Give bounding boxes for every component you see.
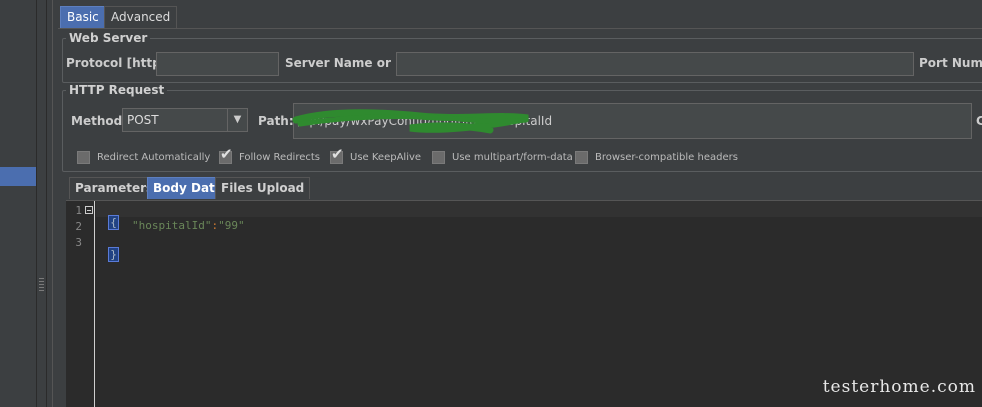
open-brace: { [108, 215, 119, 230]
protocol-input[interactable] [156, 52, 279, 76]
tab-parameters[interactable]: Parameters [69, 177, 160, 199]
web-server-legend: Web Server [66, 31, 151, 45]
json-key: "hospitalId" [132, 219, 212, 232]
code-line-3: } [96, 235, 119, 262]
json-value: "99" [218, 219, 245, 232]
method-label: Method: [71, 114, 127, 128]
browser-compatible-checkbox[interactable] [575, 151, 588, 164]
method-select[interactable]: POST ▼ [122, 108, 248, 132]
watermark: testerhome.com [822, 377, 976, 397]
tab-advanced[interactable]: Advanced [104, 6, 178, 28]
chevron-down-icon[interactable]: ▼ [227, 109, 247, 131]
line-number: 2 [75, 220, 82, 233]
redaction-scribble [292, 109, 529, 134]
http-request-legend: HTTP Request [66, 83, 168, 97]
redirect-automatically-label: Redirect Automatically [97, 152, 211, 163]
browser-compatible-label: Browser-compatible headers [595, 152, 738, 163]
path-label: Path: [258, 114, 294, 128]
line-number: 3 [75, 236, 82, 249]
use-multipart-label: Use multipart/form-data [452, 152, 573, 163]
test-plan-tree[interactable] [0, 0, 36, 407]
trailing-label: C [976, 114, 982, 128]
panel-splitter[interactable] [36, 0, 47, 407]
server-name-label: Server Name or IP: [285, 56, 414, 70]
tab-divider [58, 28, 982, 29]
use-keepalive-label: Use KeepAlive [350, 152, 422, 163]
tree-selected-node[interactable] [0, 167, 36, 186]
fold-icon[interactable] [85, 206, 93, 214]
check-icon: ✔ [220, 145, 233, 163]
check-icon: ✔ [331, 145, 344, 163]
current-line-highlight [96, 201, 982, 217]
follow-redirects-label: Follow Redirects [239, 152, 320, 163]
port-number-label: Port Number: [919, 56, 982, 70]
close-brace: } [108, 247, 119, 262]
code-line-2: "hospitalId":"99" [132, 219, 245, 232]
code-line-1: { [96, 203, 119, 230]
method-select-value: POST [127, 113, 159, 127]
line-number: 1 [75, 204, 82, 217]
splitter-grip-icon[interactable] [39, 278, 44, 292]
redirect-automatically-checkbox[interactable] [77, 151, 90, 164]
server-name-input[interactable] [396, 52, 914, 76]
panel-border [52, 0, 53, 407]
tab-files-upload[interactable]: Files Upload [215, 177, 311, 199]
tab-basic[interactable]: Basic [60, 6, 106, 28]
use-multipart-checkbox[interactable] [432, 151, 445, 164]
